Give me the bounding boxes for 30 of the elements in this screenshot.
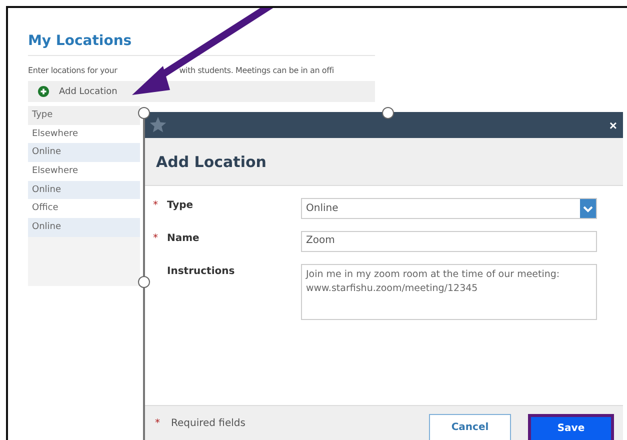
- field-label: Instructions: [167, 266, 235, 277]
- column-header: Type: [28, 106, 140, 125]
- instructions-field[interactable]: Join me in my zoom room at the time of our meeting: www.starfishu.zoom/meeting/12345: [301, 264, 597, 320]
- dropdown-caret-icon: [580, 199, 596, 218]
- location-row[interactable]: Elsewhere: [28, 124, 140, 144]
- page-title: My Locations: [28, 33, 375, 56]
- required-mark: *: [153, 233, 159, 244]
- location-row[interactable]: Online: [28, 180, 140, 200]
- dialog-title: Add Location: [156, 152, 266, 170]
- required-note: Required fields: [171, 418, 246, 428]
- type-select[interactable]: Online: [301, 198, 597, 219]
- resize-handle[interactable]: [138, 107, 150, 119]
- resize-handle[interactable]: [382, 107, 394, 119]
- save-button[interactable]: Save: [528, 414, 614, 440]
- required-mark: *: [155, 418, 161, 428]
- page-description: with students. Meetings can be in an offi: [179, 66, 334, 75]
- star-icon: [149, 116, 167, 134]
- required-mark: *: [153, 200, 159, 211]
- location-row[interactable]: Office: [28, 199, 140, 218]
- location-row[interactable]: Online: [28, 143, 140, 162]
- location-row[interactable]: Online: [28, 218, 140, 237]
- add-location-button[interactable]: Add Location: [38, 86, 118, 97]
- field-label: Type: [167, 200, 194, 211]
- field-label: Name: [167, 233, 200, 244]
- page-description: Enter locations for your: [28, 66, 118, 75]
- close-button[interactable]: ×: [609, 118, 617, 132]
- plus-circle-icon: [38, 86, 49, 97]
- cancel-button[interactable]: Cancel: [429, 414, 511, 440]
- location-row[interactable]: Elsewhere: [28, 162, 140, 181]
- name-field[interactable]: Zoom: [301, 231, 597, 252]
